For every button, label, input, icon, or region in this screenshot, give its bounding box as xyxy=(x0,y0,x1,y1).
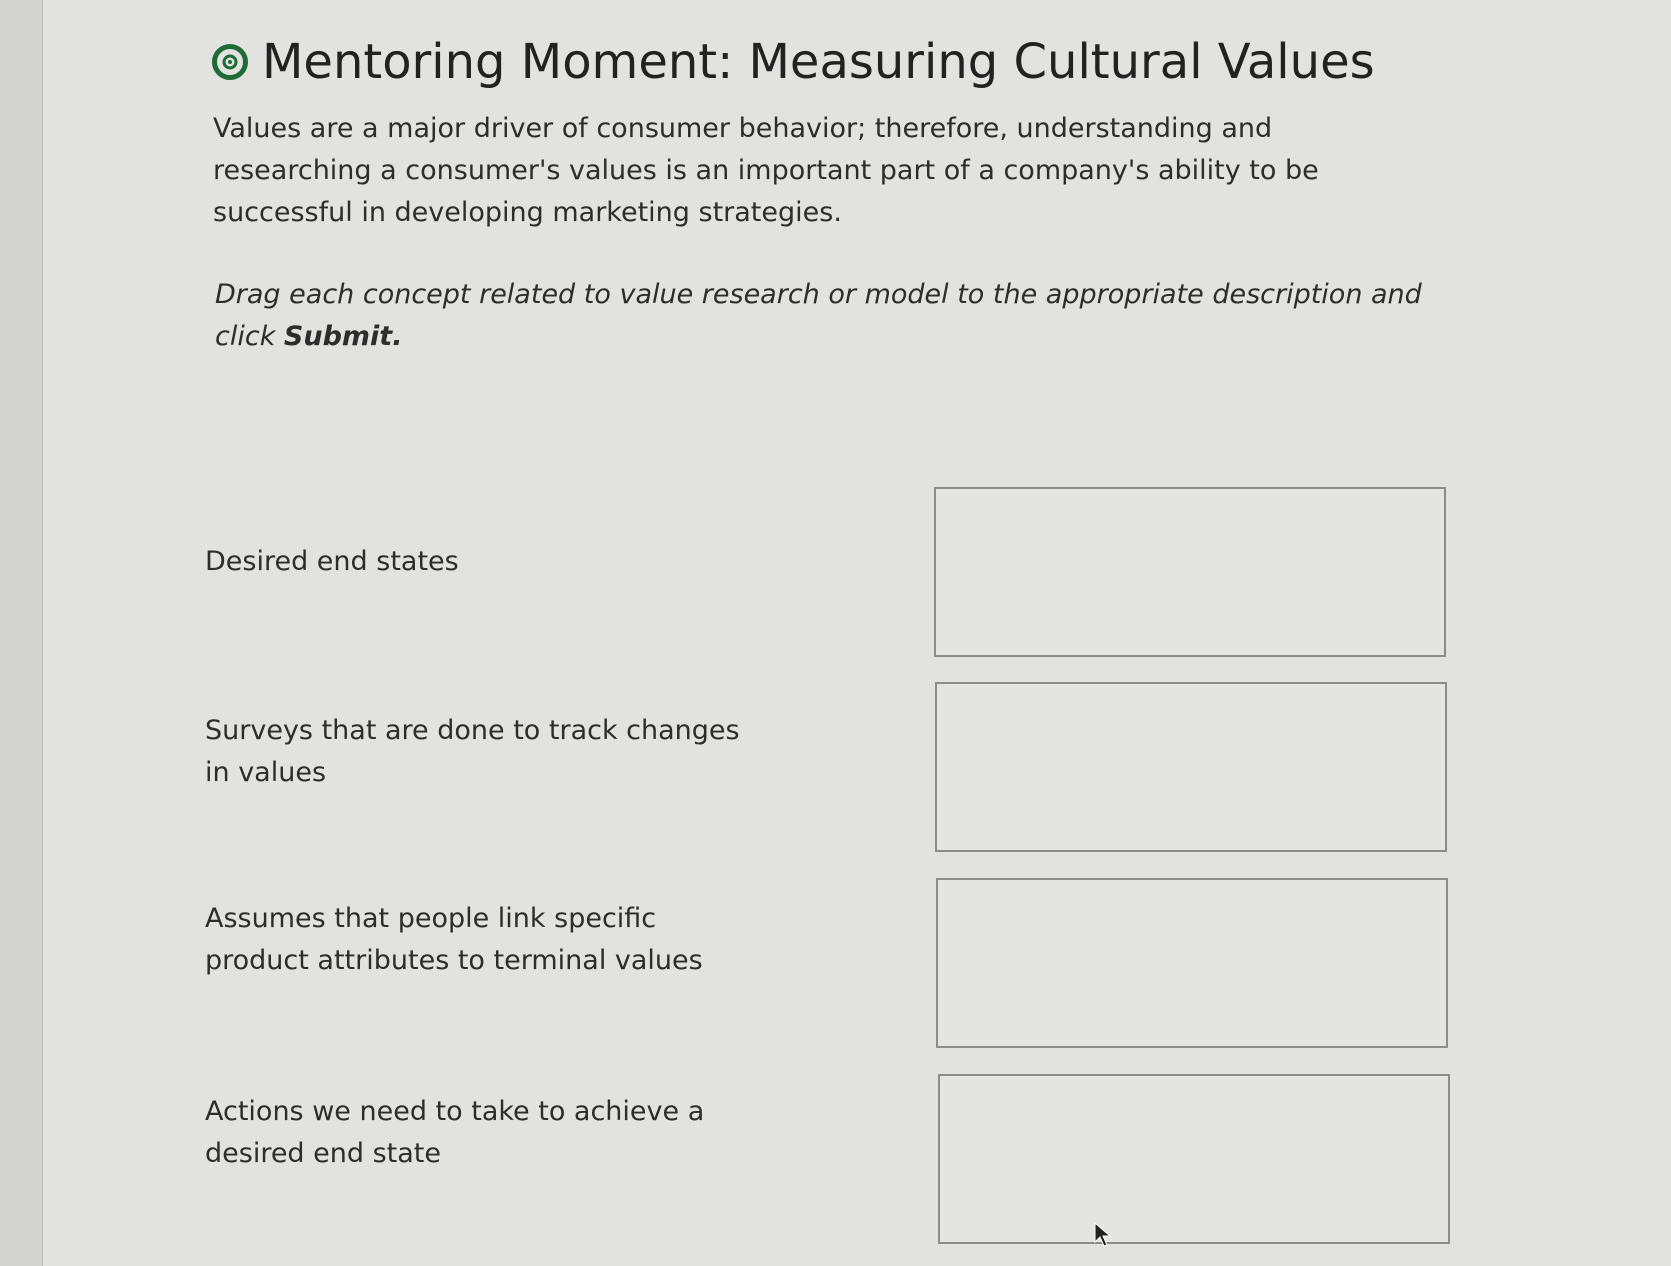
intro-paragraph: Values are a major driver of consumer be… xyxy=(213,113,1319,228)
page-title: Mentoring Moment: Measuring Cultural Val… xyxy=(212,30,1375,94)
instruction-submit-word: Submit. xyxy=(283,321,403,352)
left-rail xyxy=(0,0,43,1266)
instruction-paragraph: Drag each concept related to value resea… xyxy=(215,274,1435,358)
drop-zone-1[interactable] xyxy=(934,487,1446,657)
row-label-actions: Actions we need to take to achieve a des… xyxy=(205,1096,705,1169)
page-title-text: Mentoring Moment: Measuring Cultural Val… xyxy=(262,34,1375,90)
cursor-icon xyxy=(1094,1222,1112,1247)
drop-zone-3[interactable] xyxy=(936,878,1448,1048)
row-label-desired-end-states: Desired end states xyxy=(205,546,459,577)
row-label-product-attributes: Assumes that people link specific produc… xyxy=(205,903,703,976)
drop-zone-4[interactable] xyxy=(938,1074,1450,1244)
row-label-surveys: Surveys that are done to track changes i… xyxy=(205,715,740,788)
target-icon xyxy=(212,44,248,80)
drop-zone-2[interactable] xyxy=(935,682,1447,852)
